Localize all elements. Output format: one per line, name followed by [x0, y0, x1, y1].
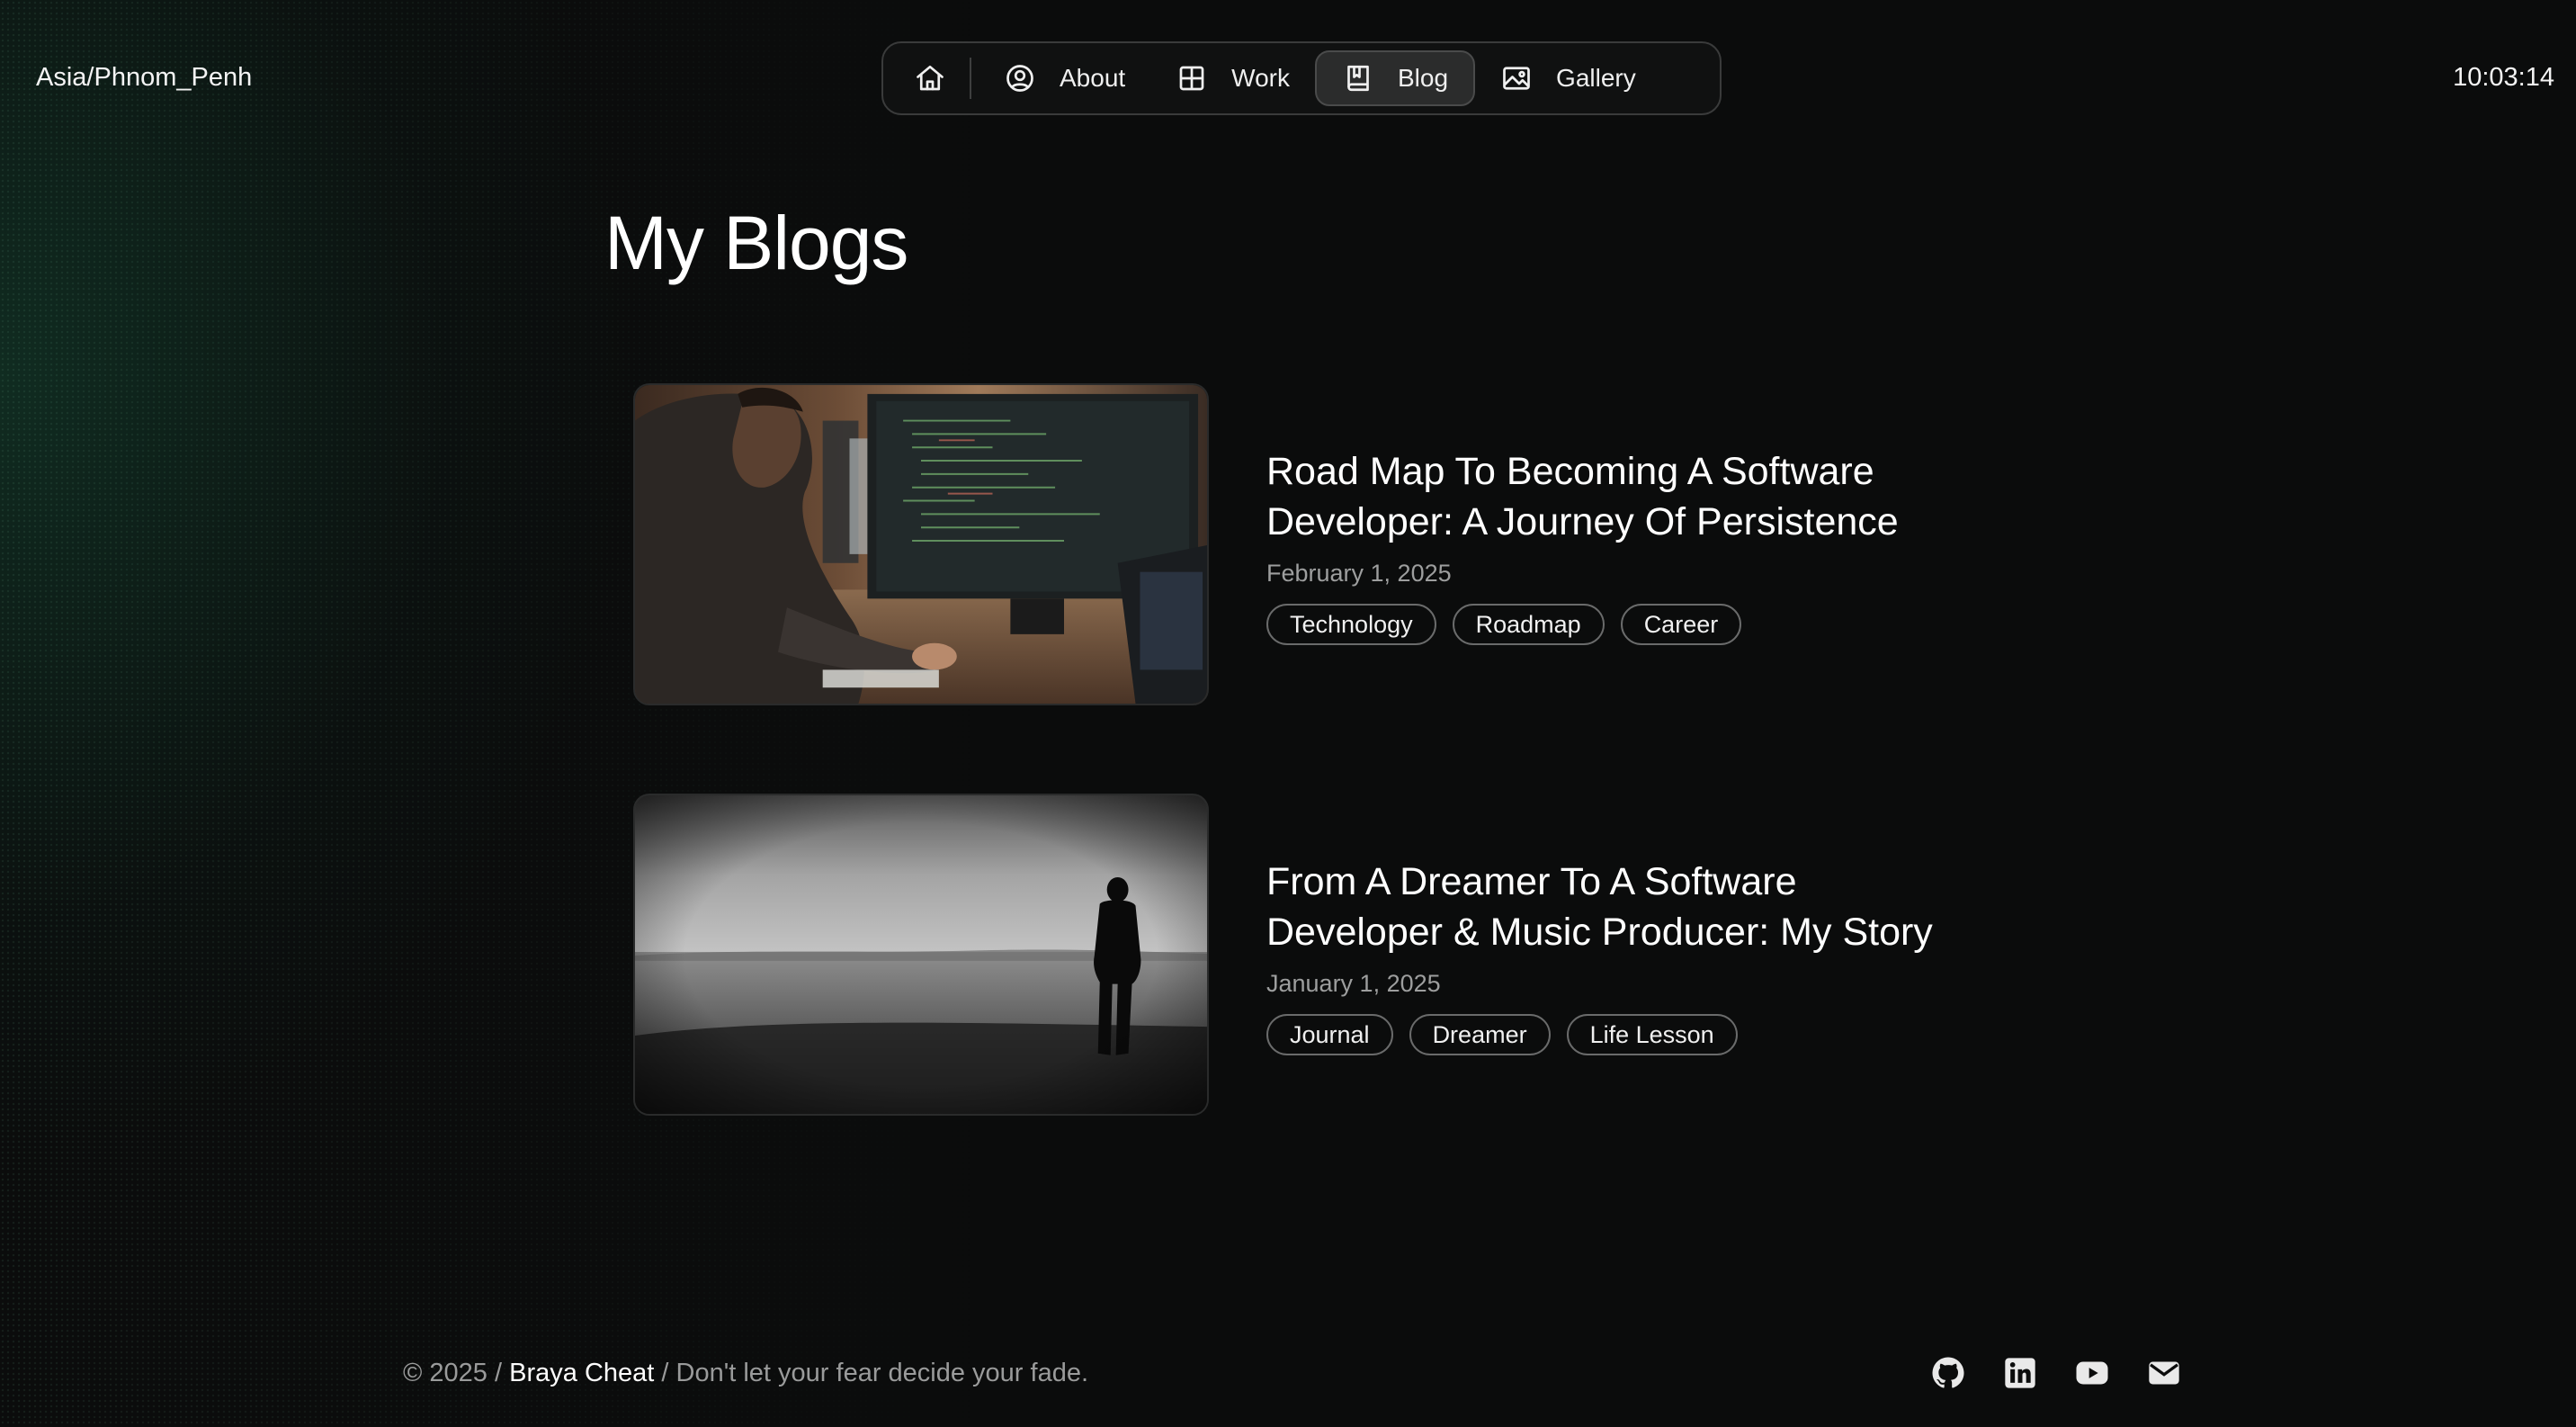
clock: 10:03:14 [2453, 63, 2554, 92]
post-thumbnail-developer-at-computer[interactable] [633, 383, 1209, 705]
post-title[interactable]: Road Map To Becoming A Software Develope… [1266, 446, 1986, 547]
nav-divider [970, 58, 971, 99]
tag-career[interactable]: Career [1620, 604, 1742, 645]
post-thumbnail-person-at-shore[interactable] [633, 794, 1209, 1116]
blog-post-card[interactable]: From A Dreamer To A Software Developer &… [633, 794, 1982, 1117]
footer-copyright: © 2025 / [403, 1359, 510, 1387]
blog-post-card[interactable]: Road Map To Becoming A Software Develope… [633, 383, 1982, 707]
nav-item-about[interactable]: About [979, 50, 1150, 106]
post-text: Road Map To Becoming A Software Develope… [1266, 446, 1986, 645]
footer-tagline: / Don't let your fear decide your fade. [654, 1359, 1089, 1387]
post-date: February 1, 2025 [1266, 560, 1452, 587]
post-title-line: Developer: A Journey Of Persistence [1266, 500, 1899, 543]
post-tags: Technology Roadmap Career [1266, 604, 1986, 645]
linkedin-link[interactable] [2002, 1355, 2038, 1391]
footer-text: © 2025 / Braya Cheat / Don't let your fe… [403, 1359, 1088, 1388]
nav-item-label: About [1060, 64, 1126, 92]
post-title[interactable]: From A Dreamer To A Software Developer &… [1266, 857, 1986, 957]
nav-item-label: Work [1231, 64, 1290, 92]
post-title-line: Road Map To Becoming A Software [1266, 450, 1874, 493]
tag-dreamer[interactable]: Dreamer [1409, 1014, 1551, 1055]
youtube-icon [2076, 1361, 2108, 1385]
tag-technology[interactable]: Technology [1266, 604, 1436, 645]
page-title: My Blogs [604, 201, 908, 285]
post-text: From A Dreamer To A Software Developer &… [1266, 857, 1986, 1055]
nav-item-label: Blog [1398, 64, 1449, 92]
nav-item-blog[interactable]: Blog [1315, 50, 1476, 106]
github-icon [1932, 1357, 1964, 1388]
nav-item-work[interactable]: Work [1150, 50, 1315, 106]
post-thumbnail-image [635, 385, 1207, 704]
user-circle-icon [1006, 65, 1033, 92]
linkedin-icon [2005, 1358, 2035, 1388]
email-icon [2149, 1361, 2179, 1385]
tag-journal[interactable]: Journal [1266, 1014, 1393, 1055]
nav-item-gallery[interactable]: Gallery [1475, 50, 1661, 106]
tag-life-lesson[interactable]: Life Lesson [1566, 1014, 1738, 1055]
nav-home-button[interactable] [892, 50, 970, 106]
image-icon [1503, 67, 1530, 90]
social-links [1930, 1355, 2182, 1391]
email-link[interactable] [2146, 1355, 2182, 1391]
post-date: January 1, 2025 [1266, 970, 1441, 997]
book-icon [1347, 65, 1369, 92]
post-title-line: From A Dreamer To A Software [1266, 860, 1797, 903]
github-link[interactable] [1930, 1355, 1966, 1391]
timezone-label: Asia/Phnom_Penh [36, 63, 253, 92]
grid-icon [1179, 66, 1204, 91]
home-icon [917, 65, 944, 91]
post-thumbnail-image [635, 795, 1207, 1114]
footer-author-name: Braya Cheat [509, 1359, 655, 1387]
nav-item-label: Gallery [1556, 64, 1636, 92]
page: Asia/Phnom_Penh 10:03:14 About Work Blog… [0, 0, 2576, 1427]
tag-roadmap[interactable]: Roadmap [1452, 604, 1605, 645]
top-navigation: About Work Blog Gallery [881, 41, 1722, 115]
post-title-line: Developer & Music Producer: My Story [1266, 911, 1933, 954]
post-tags: Journal Dreamer Life Lesson [1266, 1014, 1986, 1055]
youtube-link[interactable] [2074, 1355, 2110, 1391]
